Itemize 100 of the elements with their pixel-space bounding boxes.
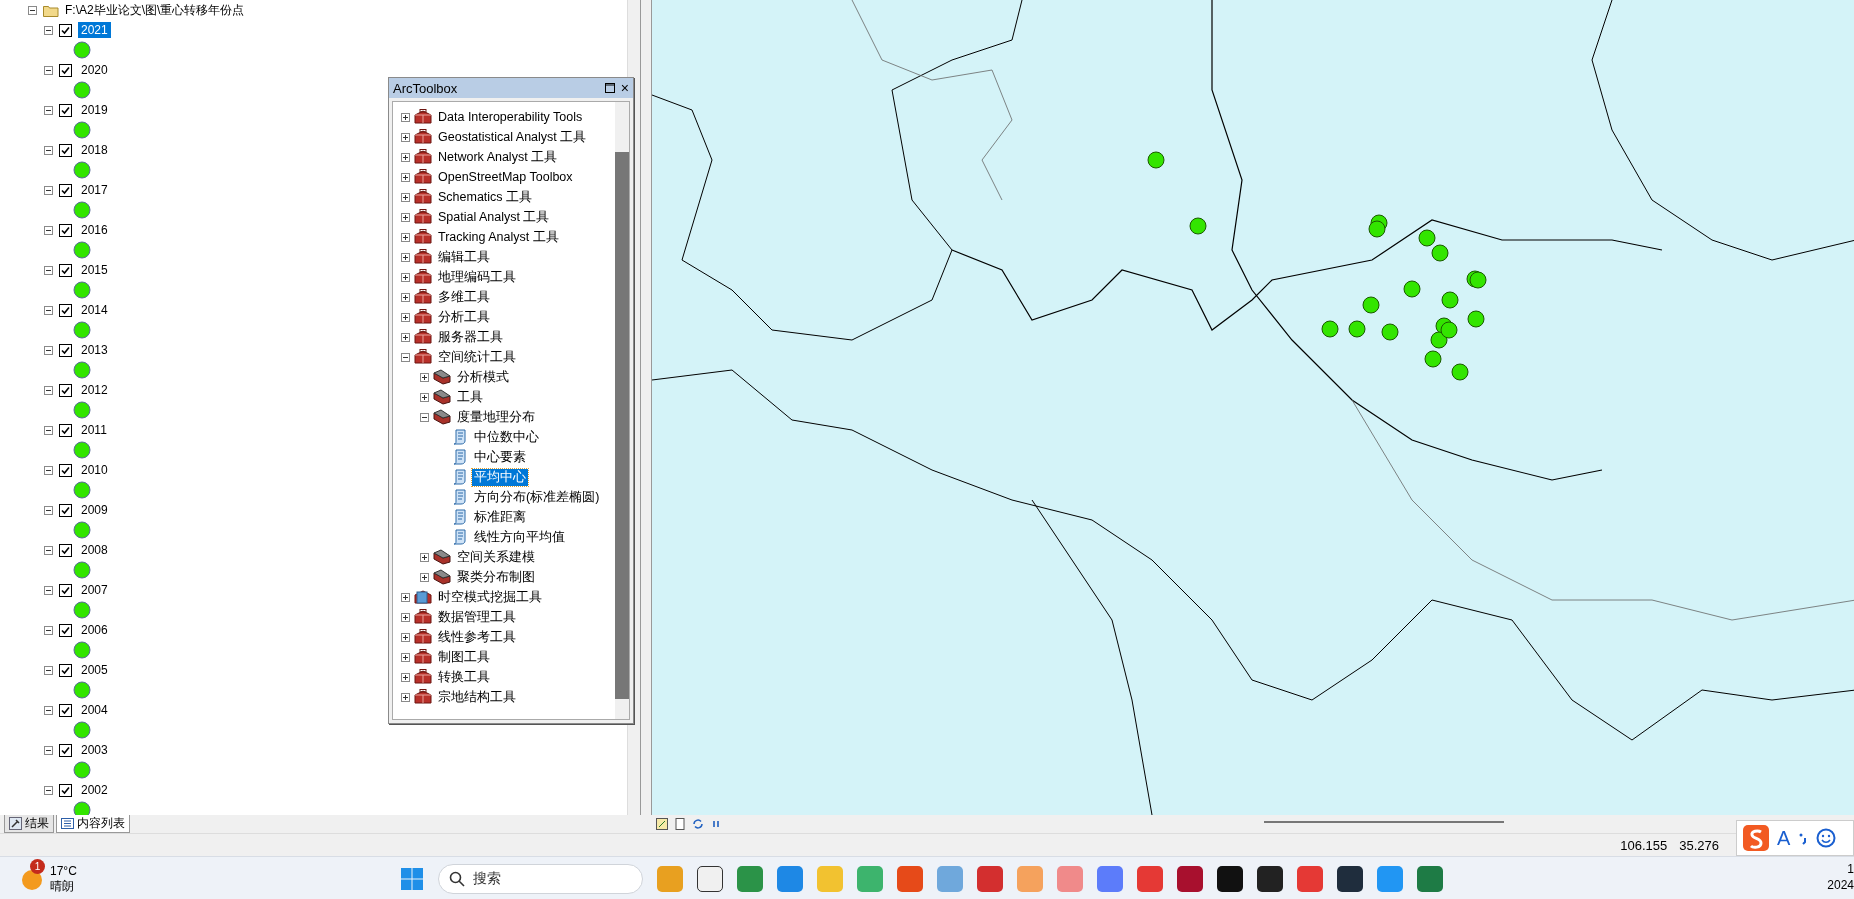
- layer-name[interactable]: 2014: [78, 302, 111, 318]
- collapse-toggle[interactable]: [44, 745, 53, 755]
- layer-name[interactable]: 2003: [78, 742, 111, 758]
- tool-item[interactable]: 线性方向平均值: [472, 528, 567, 546]
- layer-checkbox[interactable]: [59, 703, 72, 717]
- collapse-toggle[interactable]: [44, 585, 53, 595]
- refresh-icon[interactable]: [692, 818, 704, 830]
- layer-checkbox[interactable]: [59, 103, 72, 117]
- layer-name[interactable]: 2008: [78, 542, 111, 558]
- collapse-toggle[interactable]: [44, 65, 53, 75]
- expand-toggle[interactable]: [420, 572, 429, 582]
- panel-tab[interactable]: 内容列表: [56, 815, 130, 833]
- pause-icon[interactable]: [710, 818, 722, 830]
- layer-name[interactable]: 2005: [78, 662, 111, 678]
- expand-toggle[interactable]: [401, 292, 410, 302]
- expand-toggle[interactable]: [401, 272, 410, 282]
- toolbox-item[interactable]: 时空模式挖掘工具: [436, 588, 544, 606]
- toolbox-item[interactable]: 线性参考工具: [436, 628, 518, 646]
- layer-checkbox[interactable]: [59, 183, 72, 197]
- expand-toggle[interactable]: [401, 652, 410, 662]
- panel-tab[interactable]: 结果: [4, 815, 54, 833]
- tool-item[interactable]: 标准距离: [472, 508, 528, 526]
- layer-name[interactable]: 2017: [78, 182, 111, 198]
- expand-toggle[interactable]: [401, 192, 410, 202]
- layer-name[interactable]: 2011: [78, 422, 110, 438]
- expand-toggle[interactable]: [401, 312, 410, 322]
- expand-toggle[interactable]: [401, 632, 410, 642]
- layer-name[interactable]: 2020: [78, 62, 111, 78]
- layer-name[interactable]: 2012: [78, 382, 111, 398]
- tool-item[interactable]: 中心要素: [472, 448, 528, 466]
- layer-name[interactable]: 2018: [78, 142, 111, 158]
- layer-name[interactable]: 2021: [78, 22, 111, 38]
- toolbox-item[interactable]: Data Interoperability Tools: [436, 110, 585, 124]
- close-button[interactable]: ×: [620, 80, 629, 96]
- expand-toggle[interactable]: [401, 332, 410, 342]
- toolbox-item[interactable]: 制图工具: [436, 648, 492, 666]
- layer-name[interactable]: 2013: [78, 342, 111, 358]
- expand-toggle[interactable]: [401, 172, 410, 182]
- tool-item[interactable]: 方向分布(标准差椭圆): [472, 488, 602, 506]
- layer-checkbox[interactable]: [59, 143, 72, 157]
- toolbox-item[interactable]: 宗地结构工具: [436, 688, 518, 706]
- expand-toggle[interactable]: [401, 232, 410, 242]
- expand-toggle[interactable]: [420, 372, 429, 382]
- layer-checkbox[interactable]: [59, 223, 72, 237]
- toolbox-item[interactable]: 转换工具: [436, 668, 492, 686]
- collapse-toggle[interactable]: [44, 425, 53, 435]
- layer-checkbox[interactable]: [59, 783, 72, 797]
- layer-checkbox[interactable]: [59, 463, 72, 477]
- collapse-toggle[interactable]: [28, 5, 37, 15]
- tool-item[interactable]: 平均中心: [472, 468, 528, 486]
- collapse-toggle[interactable]: [401, 352, 410, 362]
- layout-view-icon[interactable]: [674, 818, 686, 830]
- layer-checkbox[interactable]: [59, 623, 72, 637]
- toolbox-item[interactable]: Network Analyst 工具: [436, 148, 560, 166]
- layer-checkbox[interactable]: [59, 663, 72, 677]
- toolbox-item[interactable]: OpenStreetMap Toolbox: [436, 170, 575, 184]
- windows-start-icon[interactable]: [400, 867, 424, 891]
- toolbox-item[interactable]: 工具: [455, 388, 485, 406]
- input-method-logo-icon[interactable]: [1743, 825, 1769, 851]
- collapse-toggle[interactable]: [44, 545, 53, 555]
- toolbox-item[interactable]: 聚类分布制图: [455, 568, 537, 586]
- expand-toggle[interactable]: [401, 612, 410, 622]
- layer-checkbox[interactable]: [59, 503, 72, 517]
- tool-item[interactable]: 中位数中心: [472, 428, 541, 446]
- toolbox-item[interactable]: Spatial Analyst 工具: [436, 208, 552, 226]
- toolbox-item[interactable]: Schematics 工具: [436, 188, 535, 206]
- layer-name[interactable]: 2004: [78, 702, 111, 718]
- layer-checkbox[interactable]: [59, 303, 72, 317]
- toolbox-item[interactable]: Tracking Analyst 工具: [436, 228, 561, 246]
- expand-toggle[interactable]: [420, 552, 429, 562]
- restore-icon[interactable]: [604, 83, 615, 93]
- toolbox-item[interactable]: 空间关系建模: [455, 548, 537, 566]
- layer-name[interactable]: 2015: [78, 262, 111, 278]
- emoji-icon[interactable]: [1816, 828, 1837, 848]
- expand-toggle[interactable]: [401, 132, 410, 142]
- search-field[interactable]: 搜索: [438, 864, 643, 894]
- expand-toggle[interactable]: [401, 212, 410, 222]
- layer-name[interactable]: 2009: [78, 502, 111, 518]
- toolbox-item[interactable]: 数据管理工具: [436, 608, 518, 626]
- toolbox-item[interactable]: 多维工具: [436, 288, 492, 306]
- collapse-toggle[interactable]: [44, 665, 53, 675]
- collapse-toggle[interactable]: [44, 385, 53, 395]
- layer-name[interactable]: 2006: [78, 622, 111, 638]
- layer-checkbox[interactable]: [59, 63, 72, 77]
- collapse-toggle[interactable]: [44, 625, 53, 635]
- layer-name[interactable]: 2007: [78, 582, 111, 598]
- expand-toggle[interactable]: [401, 592, 410, 602]
- collapse-toggle[interactable]: [44, 265, 53, 275]
- layer-checkbox[interactable]: [59, 263, 72, 277]
- expand-toggle[interactable]: [401, 112, 410, 122]
- collapse-toggle[interactable]: [44, 305, 53, 315]
- app-icon[interactable]: [1177, 866, 1203, 892]
- expand-toggle[interactable]: [401, 152, 410, 162]
- layer-checkbox[interactable]: [59, 343, 72, 357]
- collapse-toggle[interactable]: [44, 25, 53, 35]
- scrollbar-thumb[interactable]: [1264, 821, 1504, 823]
- layer-checkbox[interactable]: [59, 543, 72, 557]
- collapse-toggle[interactable]: [44, 705, 53, 715]
- toolbox-item[interactable]: Geostatistical Analyst 工具: [436, 128, 589, 146]
- data-view-icon[interactable]: [656, 818, 668, 830]
